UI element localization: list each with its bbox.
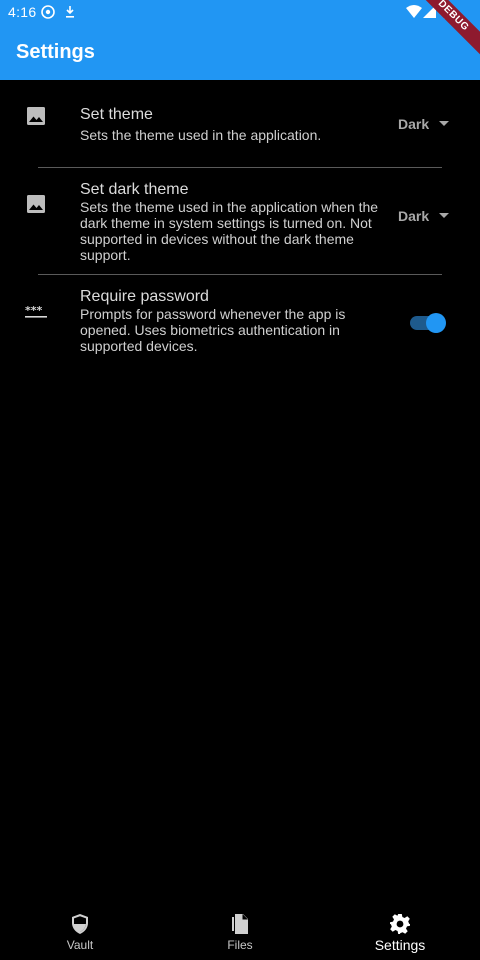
nav-label: Settings (374, 937, 426, 953)
setting-title: Require password (80, 288, 209, 305)
bottom-navigation: Vault Files Settings (0, 904, 480, 960)
settings-notification-icon (41, 5, 55, 19)
nav-item-files[interactable]: Files (160, 904, 320, 960)
toggle-thumb (426, 313, 446, 333)
password-icon: *** (25, 305, 47, 318)
nav-label: Files (227, 938, 253, 952)
setting-title: Set theme (80, 106, 153, 123)
files-icon (232, 914, 248, 934)
status-time: 4:16 (8, 4, 37, 20)
shield-icon (72, 914, 88, 934)
dropdown-arrow-icon (439, 121, 449, 126)
require-password-toggle[interactable] (410, 313, 446, 333)
svg-text:***: *** (25, 305, 43, 317)
dropdown-value: Dark (398, 208, 430, 224)
nav-item-settings[interactable]: Settings (320, 904, 480, 960)
nav-label: Vault (66, 938, 94, 952)
setting-title: Set dark theme (80, 181, 189, 198)
dropdown-value: Dark (398, 116, 430, 132)
status-bar: 4:16 (0, 0, 480, 24)
nav-item-vault[interactable]: Vault (0, 904, 160, 960)
setting-require-password[interactable]: *** Require password Prompts for passwor… (0, 275, 480, 365)
setting-description: Sets the theme used in the application w… (80, 199, 379, 263)
dropdown-arrow-icon (439, 213, 449, 218)
page-title: Settings (16, 41, 95, 63)
app-bar: Settings (0, 24, 480, 80)
setting-description: Sets the theme used in the application. (80, 127, 322, 143)
setting-set-theme[interactable]: Set theme Sets the theme used in the app… (0, 80, 480, 168)
image-icon (27, 107, 45, 125)
setting-set-dark-theme[interactable]: Set dark theme Sets the theme used in th… (0, 168, 480, 274)
gear-icon (390, 914, 410, 934)
image-icon (27, 195, 45, 213)
wifi-icon (406, 5, 422, 18)
setting-description: Prompts for password whenever the app is… (80, 306, 346, 354)
download-notification-icon (66, 6, 74, 18)
